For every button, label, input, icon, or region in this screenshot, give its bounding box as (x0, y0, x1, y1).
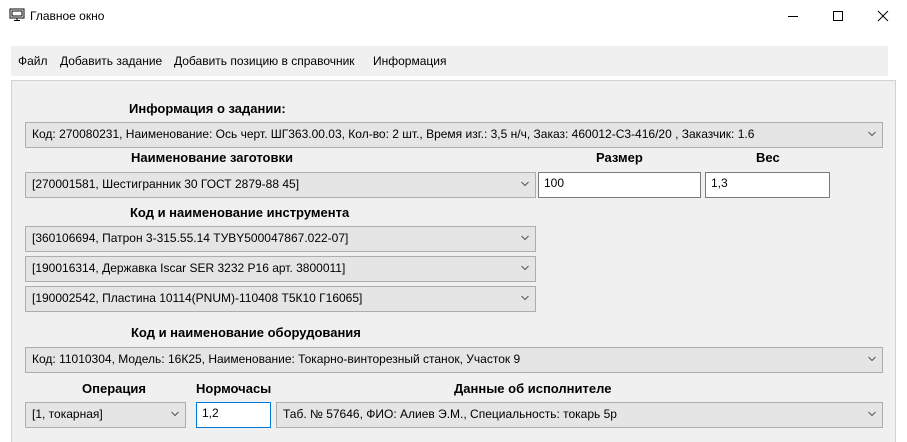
size-label: Размер (596, 150, 643, 165)
maximize-button[interactable] (815, 0, 861, 32)
title-bar: Главное окно (0, 0, 907, 32)
weight-input[interactable]: 1,3 (705, 172, 830, 198)
weight-label: Вес (756, 150, 780, 165)
norm-hours-input[interactable]: 1,2 (196, 402, 271, 428)
equipment-value: Код: 11010304, Модель: 16К25, Наименован… (32, 352, 521, 366)
minimize-icon (788, 16, 798, 17)
close-button[interactable] (860, 0, 906, 32)
blank-name-label: Наименование заготовки (131, 150, 293, 165)
norm-hours-label: Нормочасы (196, 381, 272, 396)
chevron-down-icon (521, 295, 529, 301)
tools-label: Код и наименование инструмента (130, 205, 350, 220)
maximize-icon (833, 11, 843, 21)
equipment-label: Код и наименование оборудования (131, 325, 361, 340)
operation-value: [1, токарная] (32, 407, 103, 421)
minimize-button[interactable] (770, 0, 816, 32)
blank-name-value: [270001581, Шестигранник 30 ГОСТ 2879-88… (32, 177, 300, 191)
executor-combo[interactable]: Таб. № 57646, ФИО: Алиев Э.М., Специальн… (276, 402, 883, 428)
chevron-down-icon (171, 411, 179, 417)
tool-value-3: [190002542, Пластина 10114(PNUM)-110408 … (32, 291, 363, 305)
tool-value-2: [190016314, Державка Iscar SER 3232 P16 … (32, 261, 346, 275)
chevron-down-icon (521, 235, 529, 241)
blank-name-combo[interactable]: [270001581, Шестигранник 30 ГОСТ 2879-88… (25, 172, 536, 198)
menu-item-info[interactable]: Информация (373, 53, 446, 69)
chevron-down-icon (521, 265, 529, 271)
menu-item-add-task[interactable]: Добавить задание (60, 53, 162, 69)
menu-item-add-reference[interactable]: Добавить позицию в справочник (174, 53, 355, 69)
menu-item-file[interactable]: Файл (18, 53, 48, 69)
chevron-down-icon (868, 411, 876, 417)
operation-label: Операция (82, 381, 146, 396)
chevron-down-icon (868, 356, 876, 362)
chevron-down-icon (521, 181, 529, 187)
tool-combo-1[interactable]: [360106694, Патрон 3-315.55.14 ТУBY50004… (25, 226, 536, 252)
task-info-value: Код: 270080231, Наименование: Ось черт. … (32, 127, 755, 141)
executor-label: Данные об исполнителе (454, 381, 612, 396)
equipment-combo[interactable]: Код: 11010304, Модель: 16К25, Наименован… (25, 347, 883, 373)
computer-icon (9, 8, 25, 21)
executor-value: Таб. № 57646, ФИО: Алиев Э.М., Специальн… (283, 407, 617, 421)
task-info-label: Информация о задании: (129, 101, 286, 116)
size-input[interactable]: 100 (538, 172, 701, 198)
tool-value-1: [360106694, Патрон 3-315.55.14 ТУBY50004… (32, 231, 349, 245)
tool-combo-3[interactable]: [190002542, Пластина 10114(PNUM)-110408 … (25, 286, 536, 312)
operation-combo[interactable]: [1, токарная] (25, 402, 186, 428)
window-title: Главное окно (30, 9, 105, 23)
task-info-combo[interactable]: Код: 270080231, Наименование: Ось черт. … (25, 122, 883, 148)
tool-combo-2[interactable]: [190016314, Державка Iscar SER 3232 P16 … (25, 256, 536, 282)
close-icon (877, 10, 889, 22)
menu-bar: Файл Добавить задание Добавить позицию в… (11, 46, 888, 76)
chevron-down-icon (868, 131, 876, 137)
